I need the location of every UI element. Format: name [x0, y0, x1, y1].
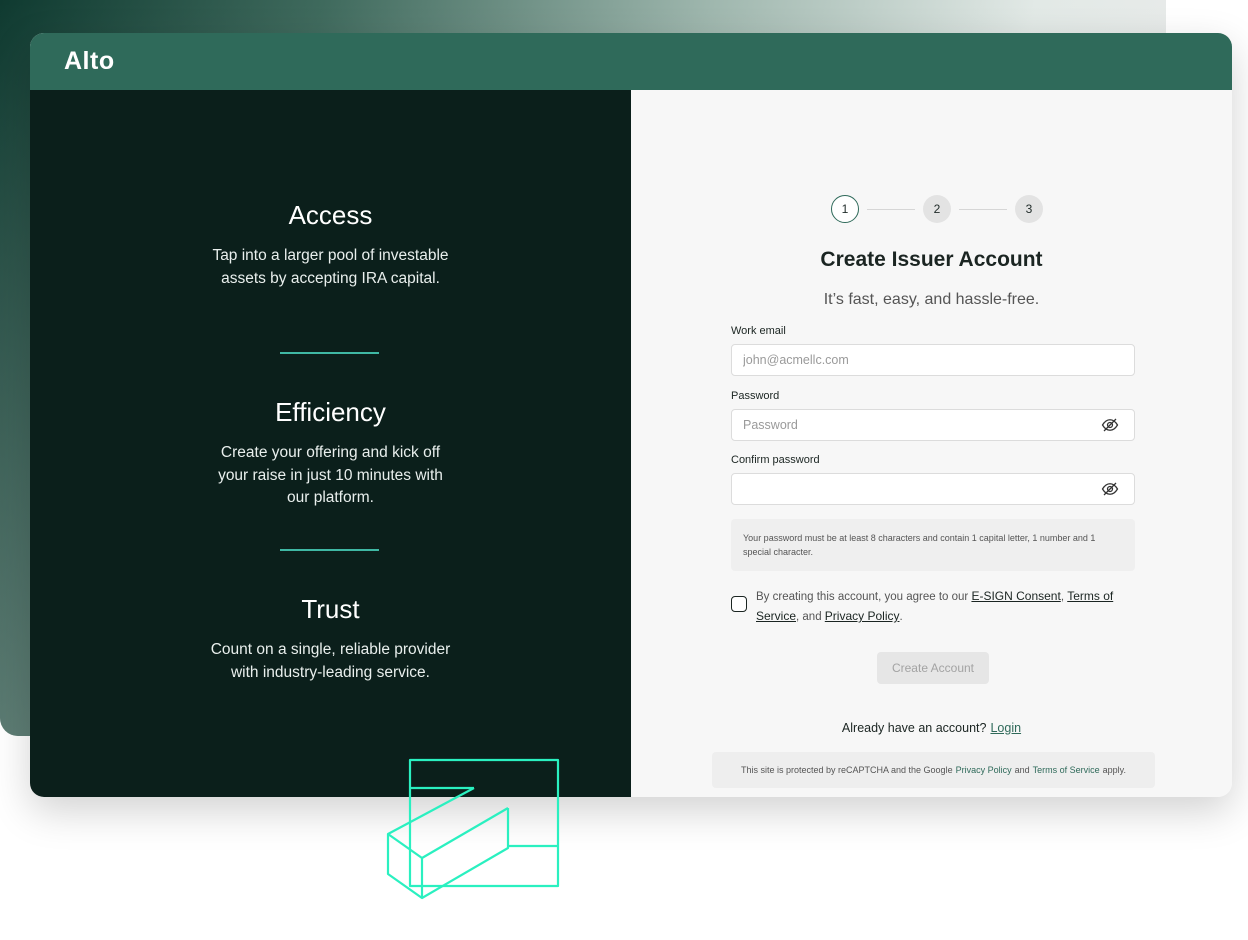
login-prompt: Already have an account? — [841, 721, 987, 735]
password-label: Password — [731, 390, 780, 402]
confirm-password-input[interactable] — [731, 473, 1135, 505]
alto-logo[interactable]: Alto — [64, 47, 115, 76]
password-input[interactable] — [731, 409, 1135, 441]
feature-divider — [280, 352, 379, 354]
feature-trust: Trust Count on a single, reliable provid… — [30, 594, 631, 684]
feature-title: Efficiency — [275, 397, 386, 427]
recaptcha-prefix: This site is protected by reCAPTCHA and … — [740, 765, 953, 775]
recaptcha-terms-link[interactable]: Terms of Service — [1033, 765, 1100, 775]
email-input[interactable] — [731, 344, 1135, 376]
isometric-arrow-graphic — [386, 758, 560, 900]
consent-text: By creating this account, you agree to o… — [756, 589, 1114, 623]
eye-off-icon[interactable] — [1101, 416, 1119, 434]
feature-title: Access — [288, 200, 373, 230]
app-window: Alto Access Tap into a larger pool of in… — [30, 33, 1232, 797]
privacy-policy-link[interactable]: Privacy Policy — [825, 609, 900, 623]
feature-description: Tap into a larger pool of investable ass… — [212, 247, 449, 287]
consent-row: By creating this account, you agree to o… — [731, 587, 1135, 627]
features-panel: Access Tap into a larger pool of investa… — [30, 90, 631, 797]
form-subtitle: It’s fast, easy, and hassle-free. — [823, 291, 1040, 308]
login-prompt-row: Already have an account? Login — [631, 721, 1232, 735]
step-connector — [959, 208, 1007, 210]
top-bar: Alto — [30, 33, 1232, 90]
feature-efficiency: Efficiency Create your offering and kick… — [30, 397, 631, 510]
create-account-button[interactable]: Create Account — [877, 652, 989, 684]
step-1: 1 — [831, 195, 859, 223]
recaptcha-suffix: apply. — [1102, 765, 1127, 775]
consent-and: , and — [796, 611, 822, 623]
confirm-password-label: Confirm password — [731, 454, 820, 466]
consent-prefix: By creating this account, you agree to o… — [756, 591, 969, 603]
recaptcha-notice: This site is protected by reCAPTCHA and … — [712, 752, 1155, 788]
feature-access: Access Tap into a larger pool of investa… — [30, 200, 631, 290]
feature-title: Trust — [301, 594, 360, 624]
login-link[interactable]: Login — [990, 721, 1021, 735]
consent-checkbox[interactable] — [731, 596, 747, 612]
email-label: Work email — [731, 325, 786, 337]
stepper: 1 2 3 — [831, 195, 1043, 223]
feature-divider — [280, 549, 379, 551]
step-3: 3 — [1015, 195, 1043, 223]
eye-off-icon[interactable] — [1101, 480, 1119, 498]
recaptcha-and: and — [1014, 765, 1030, 775]
signup-panel: 1 2 3 Create Issuer Account It’s fast, e… — [631, 90, 1232, 797]
step-2: 2 — [923, 195, 951, 223]
password-requirements-hint: Your password must be at least 8 charact… — [731, 519, 1135, 571]
feature-description: Create your offering and kick off your r… — [218, 444, 443, 506]
recaptcha-privacy-link[interactable]: Privacy Policy — [956, 765, 1012, 775]
form-title: Create Issuer Account — [820, 248, 1043, 271]
feature-description: Count on a single, reliable provider wit… — [210, 641, 451, 681]
esign-consent-link[interactable]: E-SIGN Consent — [971, 589, 1060, 603]
step-connector — [867, 208, 915, 210]
consent-suffix: . — [899, 611, 903, 623]
